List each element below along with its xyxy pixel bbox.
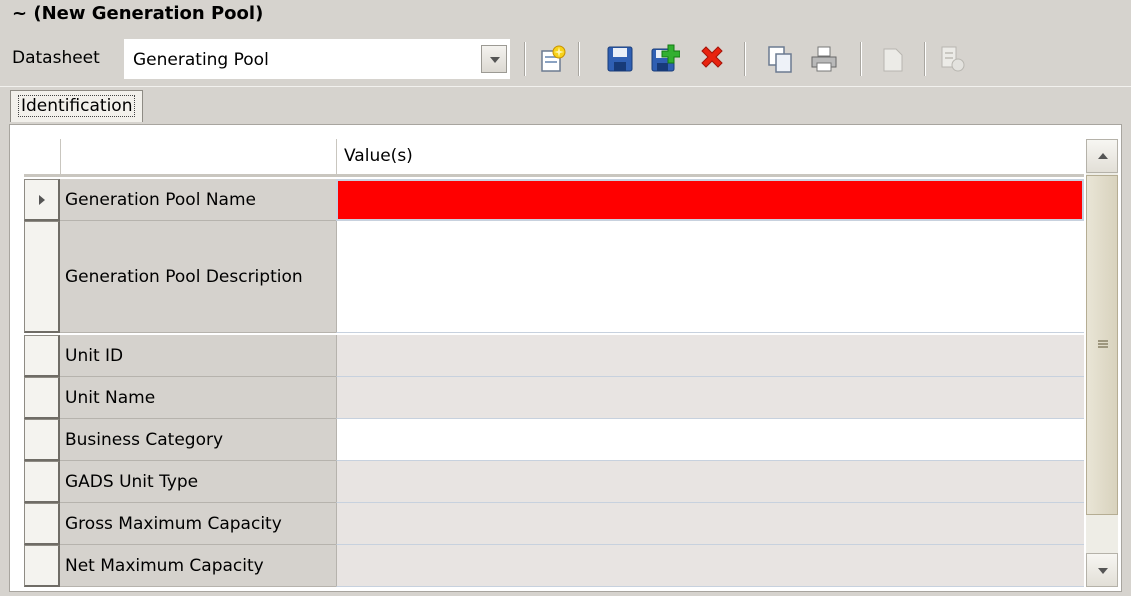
vertical-scrollbar[interactable]: [1086, 139, 1118, 587]
datasheet-select-value: Generating Pool: [133, 50, 269, 70]
datasheet-select[interactable]: Generating Pool: [124, 39, 510, 79]
table-row[interactable]: Generation Pool Name: [24, 179, 1084, 221]
tab-identification-label: Identification: [18, 95, 136, 117]
unit-id-value: [336, 335, 1084, 377]
toolbar: Datasheet Generating Pool: [0, 34, 1131, 84]
header-field-cell: [60, 139, 337, 174]
new-record-icon[interactable]: [536, 43, 568, 75]
toolbar-separator: [860, 42, 862, 76]
grip-icon: [1098, 340, 1108, 348]
unit-name-value: [336, 377, 1084, 419]
toolbar-separator: [744, 42, 746, 76]
generation-pool-name-input[interactable]: [336, 179, 1084, 221]
field-label: Gross Maximum Capacity: [60, 503, 336, 545]
table-row[interactable]: Unit Name: [24, 377, 1084, 419]
row-selector[interactable]: [24, 377, 60, 419]
current-row-arrow-icon: [39, 194, 45, 205]
field-label: Net Maximum Capacity: [60, 545, 336, 587]
save-and-new-icon[interactable]: [648, 43, 680, 75]
toolbar-separator: [924, 42, 926, 76]
table-row[interactable]: Business Category: [24, 419, 1084, 461]
print-icon[interactable]: [808, 43, 840, 75]
scroll-down-button[interactable]: [1086, 553, 1118, 587]
datasheet-panel: Value(s) Generation Pool Name Generation…: [9, 124, 1122, 592]
table-row[interactable]: Unit ID: [24, 335, 1084, 377]
net-maximum-capacity-value: [336, 545, 1084, 587]
table-row[interactable]: Gross Maximum Capacity: [24, 503, 1084, 545]
field-label: GADS Unit Type: [60, 461, 336, 503]
datasheet-grid: Value(s) Generation Pool Name Generation…: [24, 139, 1084, 587]
copy-icon[interactable]: [764, 43, 796, 75]
field-label: Unit Name: [60, 377, 336, 419]
generation-pool-description-input[interactable]: [336, 221, 1084, 333]
table-row[interactable]: Net Maximum Capacity: [24, 545, 1084, 587]
disabled-document-icon: [941, 46, 965, 72]
datasheet-label: Datasheet: [12, 48, 100, 68]
row-selector[interactable]: [24, 545, 60, 587]
row-selector[interactable]: [24, 335, 60, 377]
delete-icon[interactable]: [696, 43, 728, 75]
scrollbar-thumb[interactable]: [1086, 175, 1118, 515]
scroll-up-button[interactable]: [1086, 139, 1118, 173]
row-selector[interactable]: [24, 419, 60, 461]
table-row[interactable]: GADS Unit Type: [24, 461, 1084, 503]
save-icon[interactable]: [604, 43, 636, 75]
column-header-values: Value(s): [344, 146, 413, 166]
business-category-input[interactable]: [336, 419, 1084, 461]
row-selector[interactable]: [24, 221, 60, 333]
field-label: Generation Pool Description: [60, 221, 336, 333]
toolbar-separator: [578, 42, 580, 76]
tab-identification[interactable]: Identification: [10, 90, 144, 122]
row-selector[interactable]: [24, 461, 60, 503]
row-selector[interactable]: [24, 503, 60, 545]
field-label: Generation Pool Name: [60, 179, 336, 221]
chevron-down-icon[interactable]: [481, 45, 507, 73]
table-row[interactable]: Generation Pool Description: [24, 221, 1084, 333]
header-selector-cell: [24, 139, 61, 174]
tab-strip: Identification: [0, 86, 1131, 125]
gross-maximum-capacity-value: [336, 503, 1084, 545]
row-selector[interactable]: [24, 179, 60, 221]
toolbar-separator: [524, 42, 526, 76]
field-label: Business Category: [60, 419, 336, 461]
field-label: Unit ID: [60, 335, 336, 377]
grid-header: Value(s): [24, 139, 1084, 177]
gads-unit-type-value: [336, 461, 1084, 503]
disabled-page-icon: [883, 48, 903, 72]
page-title: ~ (New Generation Pool): [12, 3, 264, 24]
